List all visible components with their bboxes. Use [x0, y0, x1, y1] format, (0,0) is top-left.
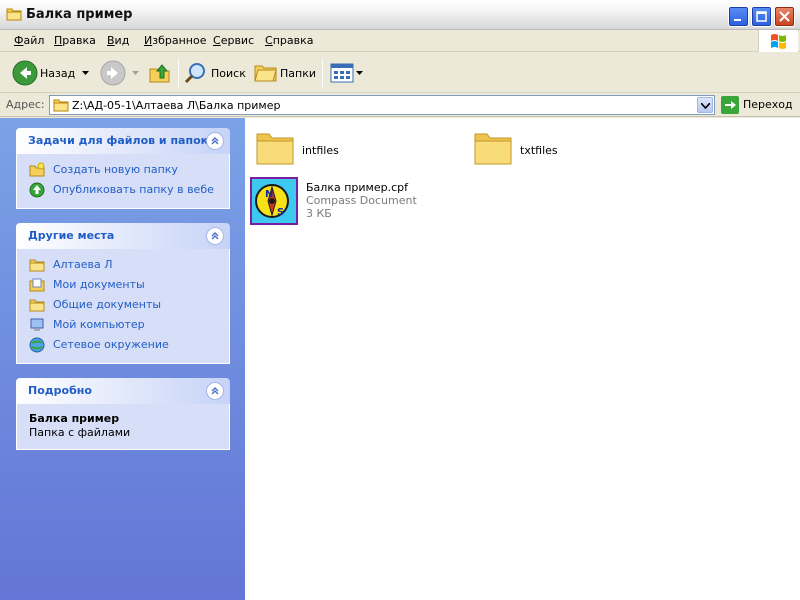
toolbar-separator: [322, 59, 323, 87]
file-folder-tasks-panel: Задачи для файлов и папок Создать новую …: [16, 128, 230, 209]
file-name: txtfiles: [520, 144, 558, 157]
place-altaeva[interactable]: Алтаева Л: [17, 255, 229, 275]
views-icon: [330, 63, 354, 83]
address-value: Z:\АД-05-1\Алтаева Л\Балка пример: [72, 99, 281, 112]
file-item-txtfiles[interactable]: txtfiles: [471, 124, 671, 174]
views-button[interactable]: [328, 58, 364, 88]
file-type: Compass Document: [306, 194, 417, 207]
folder-icon: [253, 124, 301, 172]
other-places-panel: Другие места Алтаева Л Мои документы Общ…: [16, 223, 230, 364]
go-button[interactable]: Переход: [720, 96, 798, 116]
folder-icon: [53, 98, 69, 115]
file-view: intfiles txtfiles N S Балка пример.cpf C…: [245, 118, 800, 600]
place-label: Общие документы: [53, 298, 162, 311]
my-documents-icon: [29, 277, 45, 293]
toolbar: Назад Поиск Папки: [0, 53, 800, 93]
file-item-balka-cpf[interactable]: N S Балка пример.cpf Compass Document 3 …: [250, 177, 500, 227]
compass-document-icon: N S: [250, 177, 298, 225]
back-label: Назад: [40, 67, 76, 80]
svg-text:N: N: [265, 189, 273, 200]
place-network[interactable]: Сетевое окружение: [17, 335, 229, 355]
collapse-icon[interactable]: [206, 382, 224, 400]
task-new-folder[interactable]: Создать новую папку: [17, 160, 229, 180]
up-folder-button[interactable]: [146, 58, 174, 88]
window-title: Балка пример: [26, 7, 133, 22]
place-label: Алтаева Л: [53, 258, 113, 271]
go-arrow-icon: [721, 96, 739, 114]
windows-logo-icon: [758, 30, 798, 52]
address-label: Адрес:: [6, 98, 45, 111]
menu-favorites[interactable]: Избранное: [144, 34, 206, 47]
search-label: Поиск: [211, 67, 246, 80]
panel-title: Подробно: [28, 384, 92, 397]
panel-header[interactable]: Другие места: [16, 223, 230, 249]
toolbar-separator: [178, 59, 179, 87]
back-arrow-icon: [12, 60, 38, 86]
panel-body: Создать новую папку Опубликовать папку в…: [16, 154, 230, 209]
details-name: Балка пример: [29, 412, 120, 425]
panel-header[interactable]: Подробно: [16, 378, 230, 404]
address-input[interactable]: Z:\АД-05-1\Алтаева Л\Балка пример: [49, 95, 715, 115]
collapse-icon[interactable]: [206, 227, 224, 245]
menu-edit[interactable]: Правка: [54, 34, 96, 47]
folder-icon: [29, 297, 45, 313]
panel-title: Задачи для файлов и папок: [28, 134, 209, 147]
file-item-intfiles[interactable]: intfiles: [253, 124, 453, 174]
address-dropdown-button[interactable]: [697, 97, 713, 113]
panel-body: Алтаева Л Мои документы Общие документы: [16, 249, 230, 364]
folders-button[interactable]: Папки: [252, 58, 318, 88]
chevron-down-icon: [701, 103, 710, 109]
task-pane: Задачи для файлов и папок Создать новую …: [0, 118, 245, 600]
forward-button[interactable]: [98, 58, 142, 88]
svg-text:S: S: [277, 207, 284, 218]
details-type: Папка с файлами: [29, 426, 131, 439]
menu-tools[interactable]: Сервис: [213, 34, 254, 47]
place-shared-documents[interactable]: Общие документы: [17, 295, 229, 315]
menu-help[interactable]: Справка: [265, 34, 313, 47]
file-name: Балка пример.cpf: [306, 181, 408, 194]
menu-view[interactable]: Вид: [107, 34, 129, 47]
panel-title: Другие места: [28, 229, 115, 242]
folder-icon: [6, 7, 22, 21]
close-button[interactable]: [774, 6, 795, 27]
address-bar: Адрес: Z:\АД-05-1\Алтаева Л\Балка пример…: [0, 93, 800, 117]
task-label: Опубликовать папку в вебе: [53, 183, 214, 196]
folders-label: Папки: [280, 67, 316, 80]
menu-file[interactable]: Файл: [14, 34, 44, 47]
file-size: 3 КБ: [306, 207, 332, 220]
publish-web-icon: [29, 182, 45, 198]
new-folder-icon: [29, 162, 45, 178]
panel-body: Балка пример Папка с файлами: [16, 404, 230, 450]
place-my-documents[interactable]: Мои документы: [17, 275, 229, 295]
place-label: Сетевое окружение: [53, 338, 169, 351]
minimize-button[interactable]: [728, 6, 749, 27]
folder-icon: [471, 124, 519, 172]
chevron-down-icon: [356, 71, 363, 75]
folders-icon: [254, 65, 277, 82]
file-name: intfiles: [302, 144, 339, 157]
my-computer-icon: [29, 317, 45, 333]
place-label: Мои документы: [53, 278, 145, 291]
menu-bar: Файл Правка Вид Избранное Сервис Справка: [0, 30, 800, 52]
folder-icon: [29, 257, 45, 273]
go-label: Переход: [743, 98, 793, 111]
task-label: Создать новую папку: [53, 163, 178, 176]
collapse-icon[interactable]: [206, 132, 224, 150]
chevron-down-icon: [132, 71, 139, 75]
chevron-down-icon: [82, 71, 89, 75]
explorer-window: Балка пример Файл Правка Вид Избранное С…: [0, 0, 800, 600]
task-publish-folder[interactable]: Опубликовать папку в вебе: [17, 180, 229, 200]
place-label: Мой компьютер: [53, 318, 145, 331]
up-folder-icon: [149, 64, 170, 83]
place-my-computer[interactable]: Мой компьютер: [17, 315, 229, 335]
panel-header[interactable]: Задачи для файлов и папок: [16, 128, 230, 154]
search-button[interactable]: Поиск: [182, 58, 246, 88]
search-icon: [184, 63, 205, 84]
title-bar[interactable]: Балка пример: [0, 0, 800, 30]
back-button[interactable]: Назад: [10, 58, 92, 88]
forward-arrow-icon: [100, 60, 126, 86]
details-panel: Подробно Балка пример Папка с файлами: [16, 378, 230, 450]
network-icon: [29, 337, 45, 353]
maximize-button[interactable]: [751, 6, 772, 27]
